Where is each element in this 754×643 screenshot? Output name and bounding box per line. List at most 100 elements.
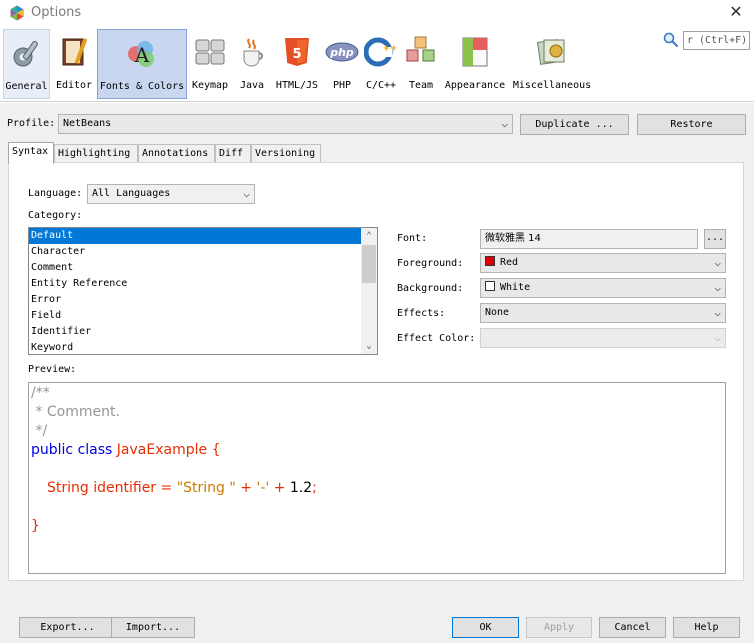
effect-color-select[interactable]: ⌵ <box>480 328 726 348</box>
fonts-colors-icon: A <box>128 41 154 67</box>
code-line: public class JavaExample { <box>31 442 220 458</box>
list-item[interactable]: Field <box>29 308 377 324</box>
code-line: String identifier = "String " + '-' + 1.… <box>47 480 317 496</box>
category-label: General <box>5 81 48 92</box>
effect-color-label: Effect Color: <box>397 333 476 344</box>
code-line: } <box>31 518 40 534</box>
keymap-icon <box>195 39 225 65</box>
close-icon[interactable]: ✕ <box>718 0 754 26</box>
language-label: Language: <box>28 188 83 199</box>
apply-button[interactable]: Apply <box>526 617 592 638</box>
category-label: C/C++ <box>365 80 397 91</box>
category-label: Keymap <box>191 80 229 91</box>
category-java[interactable]: Java <box>235 29 269 99</box>
search-input[interactable]: r (Ctrl+F) <box>683 31 750 50</box>
chevron-down-icon: ⌵ <box>714 281 721 294</box>
code-token: String <box>47 480 89 496</box>
chevron-down-icon: ⌵ <box>714 256 721 269</box>
category-team[interactable]: Team <box>403 29 439 99</box>
editor-icon <box>62 38 88 66</box>
syntax-tab-page: Language: All Languages ⌵ Category: Defa… <box>8 162 744 581</box>
php-icon: php <box>325 42 359 62</box>
category-toolbar: General Editor A Fonts & Colors Keymap J… <box>0 26 754 102</box>
category-miscellaneous[interactable]: Miscellaneous <box>511 29 593 99</box>
code-line: /** <box>31 385 50 401</box>
category-label: Appearance <box>444 80 506 91</box>
profile-label: Profile: <box>7 118 56 129</box>
general-icon <box>13 40 38 67</box>
tab-diff[interactable]: Diff <box>215 144 251 163</box>
language-select[interactable]: All Languages ⌵ <box>87 184 255 204</box>
code-token: '-' <box>256 480 270 496</box>
list-item[interactable]: Identifier <box>29 324 377 340</box>
category-html-js[interactable]: 5 HTML/JS <box>272 29 322 99</box>
category-fonts-colors[interactable]: A Fonts & Colors <box>97 29 187 99</box>
background-select[interactable]: White ⌵ <box>480 278 726 298</box>
category-general[interactable]: General <box>3 29 50 99</box>
font-field: 微软雅黑 14 <box>480 229 698 249</box>
list-item[interactable]: Default <box>29 228 377 244</box>
cancel-button[interactable]: Cancel <box>599 617 666 638</box>
category-cpp[interactable]: ++ C/C++ <box>362 29 400 99</box>
appearance-icon <box>462 37 488 67</box>
category-label: Fonts & Colors <box>99 81 185 92</box>
cpp-icon: ++ <box>364 37 398 67</box>
list-item[interactable]: Entity Reference <box>29 276 377 292</box>
svg-text:php: php <box>329 46 354 59</box>
code-token: public <box>31 442 74 458</box>
list-item[interactable]: Keyword <box>29 340 377 354</box>
import-button[interactable]: Import... <box>111 617 195 638</box>
scroll-up-icon[interactable]: ⌃ <box>361 228 377 244</box>
effects-select[interactable]: None ⌵ <box>480 303 726 323</box>
ok-button[interactable]: OK <box>452 617 519 638</box>
tab-annotations[interactable]: Annotations <box>138 144 215 163</box>
duplicate-button[interactable]: Duplicate ... <box>520 114 629 135</box>
export-button[interactable]: Export... <box>19 617 116 638</box>
code-line: * Comment. <box>31 404 120 420</box>
code-token: + <box>273 480 286 496</box>
tab-highlighting[interactable]: Highlighting <box>54 144 138 163</box>
code-line: */ <box>31 423 48 439</box>
code-token: { <box>211 442 221 458</box>
restore-button[interactable]: Restore <box>637 114 746 135</box>
list-item[interactable]: Character <box>29 244 377 260</box>
background-label: Background: <box>397 283 464 294</box>
scrollbar-thumb[interactable] <box>362 245 376 283</box>
category-list[interactable]: Default Character Comment Entity Referen… <box>28 227 378 355</box>
help-button[interactable]: Help <box>673 617 740 638</box>
category-label: HTML/JS <box>275 80 319 91</box>
font-chooser-button[interactable]: ... <box>704 229 726 249</box>
title-bar: Options ✕ <box>0 0 754 26</box>
svg-text:++: ++ <box>382 44 397 54</box>
preview-label: Preview: <box>28 364 77 375</box>
category-keymap[interactable]: Keymap <box>190 29 230 99</box>
scroll-down-icon[interactable]: ⌄ <box>361 338 377 354</box>
code-token: 1.2 <box>289 480 313 496</box>
netbeans-app-icon <box>10 5 24 21</box>
code-token: ; <box>312 480 317 496</box>
tab-syntax[interactable]: Syntax <box>8 142 54 164</box>
category-list-scrollbar[interactable]: ⌃ ⌄ <box>361 228 377 354</box>
profile-select[interactable]: NetBeans ⌵ <box>58 114 513 134</box>
code-token: + <box>240 480 253 496</box>
list-item[interactable]: Error <box>29 292 377 308</box>
list-item[interactable]: Comment <box>29 260 377 276</box>
category-label: PHP <box>332 80 352 91</box>
category-appearance[interactable]: Appearance <box>443 29 507 99</box>
background-value: White <box>500 282 531 293</box>
code-token: class <box>77 442 113 458</box>
background-swatch <box>485 281 495 291</box>
category-editor[interactable]: Editor <box>52 29 96 99</box>
chevron-down-icon: ⌵ <box>501 117 508 130</box>
foreground-select[interactable]: Red ⌵ <box>480 253 726 273</box>
tab-versioning[interactable]: Versioning <box>251 144 321 163</box>
category-label: Miscellaneous <box>512 80 592 91</box>
category-label: Team <box>408 80 434 91</box>
code-preview: /** * Comment. */ public class JavaExamp… <box>28 382 726 574</box>
foreground-value: Red <box>500 257 519 268</box>
code-token: identifier <box>93 480 157 496</box>
html5-icon: 5 <box>285 38 309 66</box>
chevron-down-icon: ⌵ <box>714 331 721 344</box>
chevron-down-icon: ⌵ <box>243 187 250 200</box>
category-php[interactable]: php PHP <box>325 29 359 99</box>
